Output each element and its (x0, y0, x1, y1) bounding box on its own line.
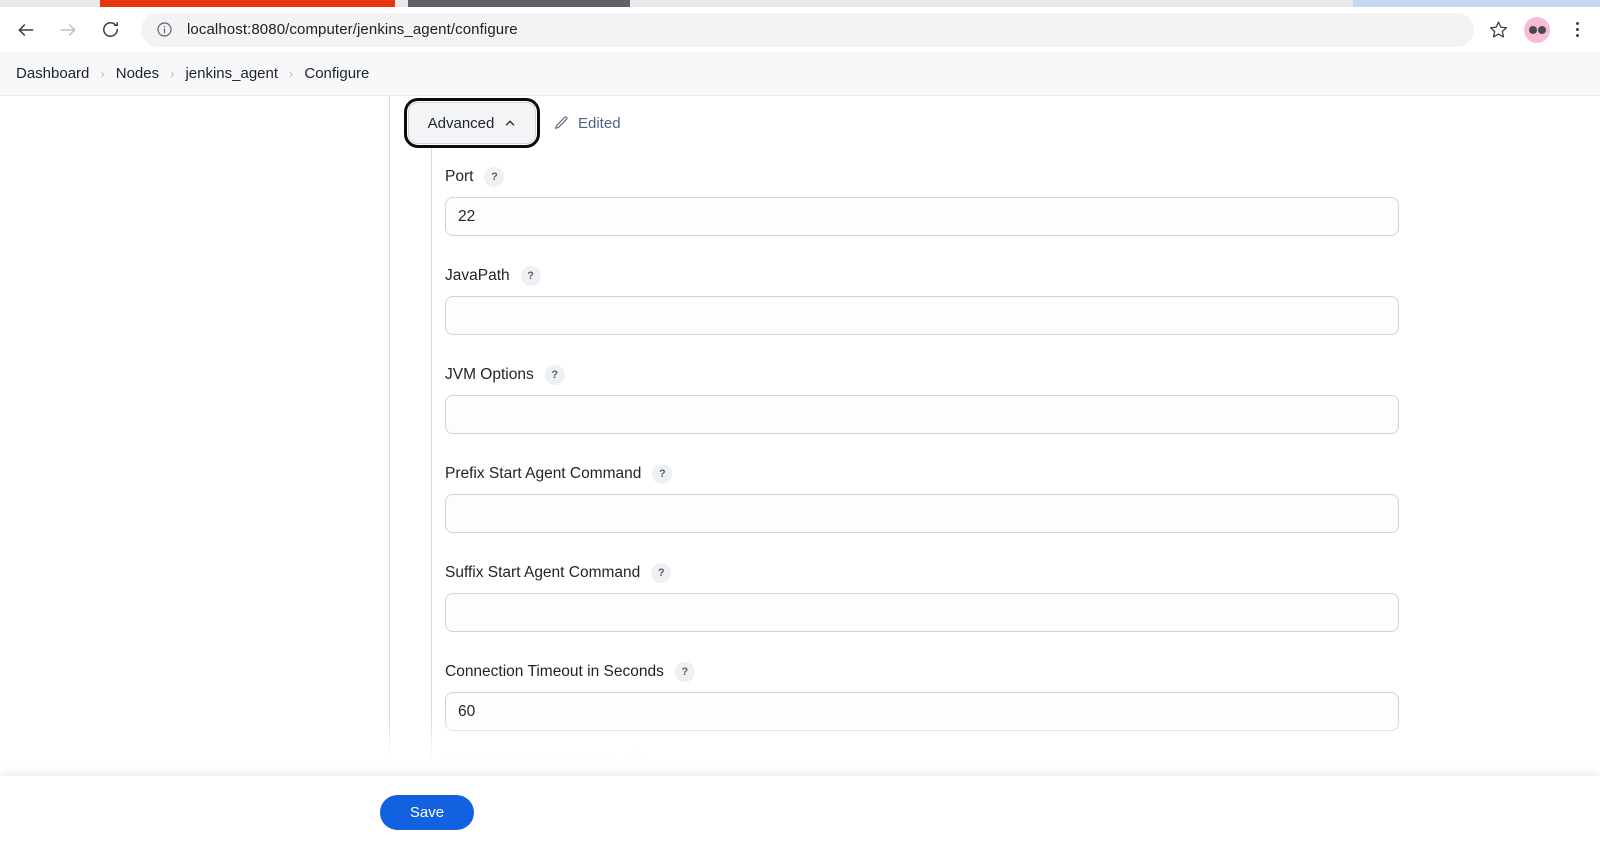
javapath-input[interactable] (445, 296, 1399, 335)
site-info-icon[interactable] (155, 21, 173, 39)
address-bar-url: localhost:8080/computer/jenkins_agent/co… (187, 21, 518, 38)
field-port: Port ? (445, 166, 1399, 236)
breadcrumb-separator: › (100, 66, 105, 81)
chrome-menu-button[interactable] (1564, 14, 1590, 46)
breadcrumb: Dashboard › Nodes › jenkins_agent › Conf… (0, 52, 1600, 96)
breadcrumb-item-jenkins-agent[interactable]: jenkins_agent (185, 65, 278, 82)
breadcrumb-separator: › (289, 66, 294, 81)
advanced-toggle-label: Advanced (427, 114, 495, 132)
field-label: JavaPath (445, 267, 510, 284)
bookmark-star-icon (1489, 21, 1507, 38)
help-icon[interactable]: ? (520, 266, 541, 286)
help-icon[interactable]: ? (674, 662, 695, 682)
edited-label: Edited (578, 114, 621, 132)
reload-icon (102, 21, 118, 37)
field-label-row: Suffix Start Agent Command ? (445, 562, 1399, 584)
forward-button[interactable] (51, 13, 85, 47)
advanced-settings-form: Advanced Edited Port ? JavaPath ? (0, 96, 1600, 776)
obscured-next-field (445, 752, 646, 772)
field-connection-timeout: Connection Timeout in Seconds ? (445, 661, 1399, 731)
advanced-toggle-button[interactable]: Advanced (404, 98, 540, 148)
forward-arrow-icon (60, 23, 76, 36)
field-label-row: Port ? (445, 166, 1399, 188)
browser-tab-active[interactable] (100, 0, 395, 7)
reload-button[interactable] (93, 13, 127, 47)
field-label-row: Connection Timeout in Seconds ? (445, 661, 1399, 683)
browser-toolbar: localhost:8080/computer/jenkins_agent/co… (0, 7, 1600, 52)
edited-indicator: Edited (553, 110, 621, 136)
chrome-menu-icon (1575, 22, 1579, 25)
profile-avatar-icon (1528, 25, 1546, 34)
help-icon[interactable]: ? (652, 464, 673, 484)
field-label: JVM Options (445, 366, 534, 383)
profile-avatar[interactable] (1524, 16, 1550, 43)
jvm-options-input[interactable] (445, 395, 1399, 434)
bookmark-button[interactable] (1482, 14, 1514, 46)
prefix-start-agent-command-input[interactable] (445, 494, 1399, 533)
breadcrumb-item-nodes[interactable]: Nodes (116, 65, 159, 82)
breadcrumb-separator: › (170, 66, 175, 81)
field-label-row: JavaPath ? (445, 265, 1399, 287)
back-arrow-icon (18, 23, 34, 36)
help-icon[interactable]: ? (544, 365, 565, 385)
field-suffix-start-agent-command: Suffix Start Agent Command ? (445, 562, 1399, 632)
port-input[interactable] (445, 197, 1399, 236)
browser-tab-inactive[interactable] (408, 0, 630, 7)
field-jvm-options: JVM Options ? (445, 364, 1399, 434)
address-bar[interactable]: localhost:8080/computer/jenkins_agent/co… (141, 12, 1474, 47)
back-button[interactable] (9, 13, 43, 47)
field-label-row: Prefix Start Agent Command ? (445, 463, 1399, 485)
suffix-start-agent-command-input[interactable] (445, 593, 1399, 632)
help-icon[interactable]: ? (651, 563, 672, 583)
field-label: Prefix Start Agent Command (445, 465, 642, 482)
field-label: Port (445, 168, 474, 185)
field-label-row: JVM Options ? (445, 364, 1399, 386)
chevron-up-icon (506, 120, 515, 126)
form-footer: Save (0, 776, 1600, 848)
breadcrumb-item-dashboard[interactable]: Dashboard (16, 65, 89, 82)
field-javapath: JavaPath ? (445, 265, 1399, 335)
field-label: Connection Timeout in Seconds (445, 663, 664, 680)
pencil-icon (555, 116, 568, 129)
field-prefix-start-agent-command: Prefix Start Agent Command ? (445, 463, 1399, 533)
save-button[interactable]: Save (380, 794, 474, 830)
help-icon[interactable]: ? (484, 167, 505, 187)
breadcrumb-item-configure[interactable]: Configure (304, 65, 369, 82)
page-body: Advanced Edited Port ? JavaPath ? (0, 96, 1600, 848)
browser-tab-right[interactable] (1353, 0, 1600, 7)
field-label: Suffix Start Agent Command (445, 564, 641, 581)
connection-timeout-input[interactable] (445, 692, 1399, 731)
